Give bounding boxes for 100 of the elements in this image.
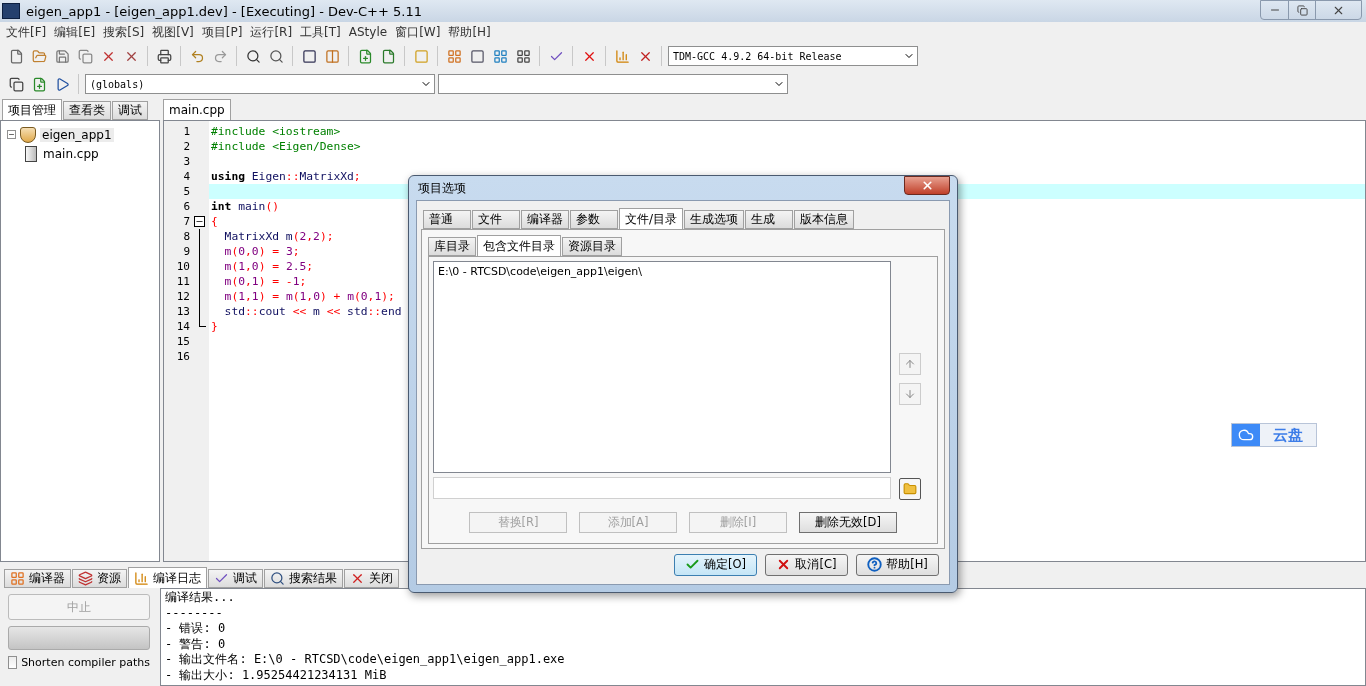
compiler-select[interactable]: TDM-GCC 4.9.2 64-bit Release [668, 46, 918, 66]
log-line: - 输出大小: 1.95254421234131 MiB [165, 667, 388, 683]
arrow-down-icon [904, 388, 916, 400]
code-line: m(0,0) = 3; [223, 245, 300, 258]
line-number: 5 [182, 184, 190, 199]
grid-icon [10, 571, 25, 586]
search-icon [270, 571, 285, 586]
folder-icon [903, 482, 917, 496]
line-number: 16 [175, 349, 190, 364]
output-tab[interactable]: 关闭 [344, 569, 399, 588]
directory-input-field[interactable] [433, 477, 891, 499]
code-line: m(1,0) = 2.5; [223, 260, 314, 273]
editor-tab[interactable]: main.cpp [163, 99, 231, 120]
project-icon [20, 126, 36, 143]
close-icon [350, 571, 365, 586]
menu-item[interactable]: 视图[V] [150, 23, 200, 41]
line-number: 14 [175, 319, 190, 334]
arrow-up-icon [904, 358, 916, 370]
action-button[interactable]: 删除无效[D] [799, 511, 897, 533]
log-line: - 警告: 0 [165, 636, 227, 652]
dialog-tab[interactable]: 编译器 [521, 210, 569, 229]
directory-item[interactable]: E:\0 - RTCSD\code\eigen_app1\eigen\ [438, 265, 886, 278]
app-icon [2, 3, 20, 19]
symbol-select[interactable] [438, 74, 788, 94]
log-line: -------- [165, 605, 224, 621]
output-tab[interactable]: 调试 [208, 569, 263, 588]
restore-icon [1296, 4, 1308, 16]
code-line: std::cout << m << std::end [223, 305, 402, 318]
code-line: int main() [211, 200, 280, 213]
line-number: 7 [182, 214, 190, 229]
dialog-tab[interactable]: 普通 [423, 210, 471, 229]
dialog-subtab[interactable]: 库目录 [428, 237, 476, 256]
tree-item[interactable]: main.cpp [41, 146, 101, 161]
output-tab[interactable]: 资源 [72, 569, 127, 588]
fold-toggle[interactable] [194, 216, 205, 227]
log-line: 编译结果... [165, 590, 236, 606]
menu-item[interactable]: 运行[R] [248, 23, 299, 41]
menu-item[interactable]: 工具[T] [298, 23, 347, 41]
cloud-label: 云盘 [1272, 424, 1304, 446]
code-line: using Eigen::MatrixXd; [211, 170, 361, 183]
line-number: 10 [175, 259, 190, 274]
close-icon [920, 179, 934, 192]
code-line: m(1,1) = m(1,0) + m(0,1); [223, 290, 395, 303]
cloud-widget[interactable]: 云盘 [1231, 423, 1317, 447]
line-number: 15 [175, 334, 190, 349]
dialog-subtab[interactable]: 资源目录 [562, 237, 622, 256]
code-line: m(0,1) = -1; [223, 275, 307, 288]
dialog-tab[interactable]: 版本信息 [794, 210, 855, 229]
menu-item[interactable]: AStyle [346, 25, 394, 39]
dialog-title: 项目选项 [417, 179, 466, 197]
window-title: eigen_app1 - [eigen_app1.dev] - [Executing] - Dev-C++ 5.11 [26, 3, 423, 19]
line-number: 2 [182, 139, 190, 154]
log-line: - 错误: 0 [165, 621, 227, 637]
menu-item[interactable]: 文件[F] [4, 23, 53, 41]
dialog-tab[interactable]: 文件/目录 [619, 208, 684, 229]
dialog-button[interactable]: 帮助[H] [856, 553, 939, 576]
line-number: 8 [182, 229, 190, 244]
menu-item[interactable]: 项目[P] [199, 23, 249, 41]
panel-tab[interactable]: 项目管理 [2, 99, 62, 120]
menu-item[interactable]: 编辑[E] [52, 23, 102, 41]
line-number: 4 [182, 169, 190, 184]
line-number: 12 [175, 289, 190, 304]
browse-folder-button[interactable] [899, 478, 921, 500]
file-icon [25, 145, 37, 162]
dialog-button[interactable]: 确定[O] [674, 553, 757, 576]
bar-chart-icon [134, 570, 149, 586]
panel-tab[interactable]: 查看类 [63, 101, 111, 120]
line-number: 13 [175, 304, 190, 319]
code-line: MatrixXd m(2,2); [223, 230, 334, 243]
checkbox-label: Shorten compiler paths [21, 656, 150, 669]
output-tab[interactable]: 编译日志 [128, 567, 207, 588]
scope-select[interactable]: (globals) [85, 74, 435, 94]
dialog-tab[interactable]: 文件 [472, 210, 520, 229]
checkbox[interactable] [8, 656, 18, 669]
dialog-tab[interactable]: 生成 [745, 210, 794, 229]
code-line: } [211, 320, 218, 333]
panel-tab[interactable]: 调试 [112, 101, 148, 120]
directory-list[interactable]: E:\0 - RTCSD\code\eigen_app1\eigen\ [433, 261, 891, 473]
line-number: 11 [175, 274, 190, 289]
menu-item[interactable]: 帮助[H] [446, 23, 497, 41]
menu-item[interactable]: 窗口[W] [393, 23, 447, 41]
menu-item[interactable]: 搜索[S] [101, 23, 151, 41]
close-button[interactable] [904, 176, 950, 195]
output-tab[interactable]: 编译器 [4, 569, 71, 588]
collapse-toggle[interactable] [7, 130, 16, 139]
dialog-subtab[interactable]: 包含文件目录 [477, 235, 561, 256]
log-line: - 输出文件名: E:\0 - RTCSD\code\eigen_app1\eigen_app1.exe [165, 652, 566, 668]
help-icon [867, 557, 883, 572]
output-tab[interactable]: 搜索结果 [264, 569, 343, 588]
code-line: { [211, 215, 218, 228]
code-line: #include <Eigen/Dense> [211, 140, 361, 153]
line-number: 9 [182, 244, 190, 259]
dialog-button[interactable]: 取消[C] [765, 553, 848, 576]
layers-icon [78, 571, 93, 586]
cloud-icon [1232, 424, 1260, 446]
minus-icon [8, 131, 15, 138]
tree-item[interactable]: eigen_app1 [40, 127, 114, 142]
dialog-tab[interactable]: 参数 [570, 210, 618, 229]
dialog-tab[interactable]: 生成选项 [684, 210, 745, 229]
line-number: 1 [182, 124, 190, 139]
